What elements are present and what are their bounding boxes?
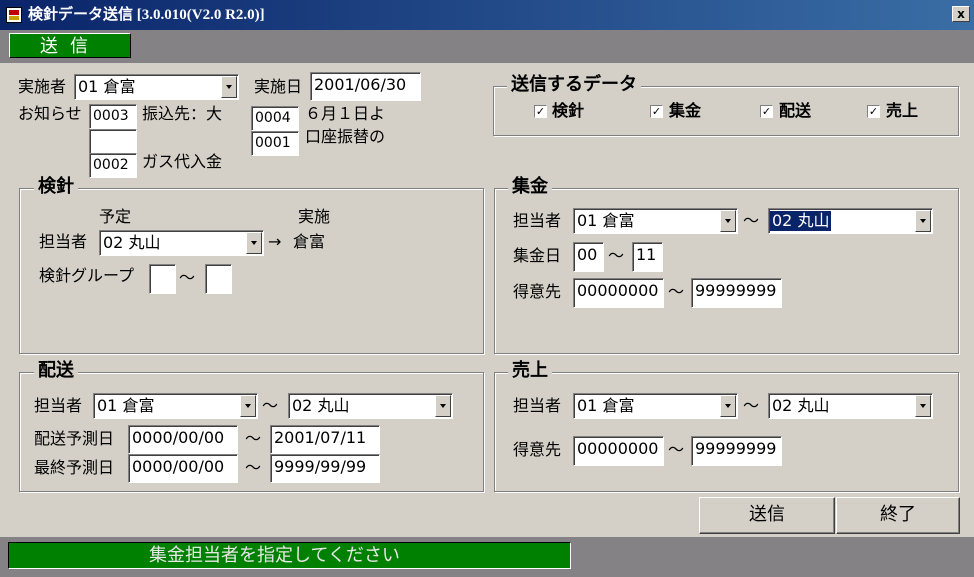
arrow-icon: → bbox=[268, 232, 282, 251]
tilde: ～ bbox=[245, 458, 262, 477]
kenshin-staff-select[interactable]: 02 丸山 bbox=[99, 230, 264, 256]
status-message: 集金担当者を指定してください bbox=[8, 542, 571, 569]
uriage-customer-label: 得意先 bbox=[513, 440, 562, 459]
date-label: 実施日 bbox=[254, 77, 303, 96]
haiso-staff-from-select[interactable]: 01 倉富 bbox=[93, 393, 258, 419]
kenshin-group-label: 検針グループ bbox=[39, 266, 135, 285]
kenshin-group-to[interactable] bbox=[205, 264, 232, 294]
chevron-down-icon[interactable] bbox=[221, 76, 237, 98]
shukin-day-from[interactable]: 00 bbox=[573, 242, 604, 272]
chevron-down-icon[interactable] bbox=[435, 395, 451, 417]
title-bar: 検針データ送信 [3.0.010(V2.0 R2.0)] x bbox=[0, 0, 974, 30]
haiso-final-label: 最終予測日 bbox=[34, 458, 115, 477]
shukin-staff-label: 担当者 bbox=[513, 211, 562, 230]
app-icon bbox=[6, 7, 22, 23]
haiso-forecast-label: 配送予測日 bbox=[34, 429, 115, 448]
notice-code-5[interactable]: 0001 bbox=[251, 131, 299, 156]
check-uriage[interactable] bbox=[867, 105, 880, 118]
notice-code-1[interactable]: 0003 bbox=[89, 104, 137, 129]
close-button[interactable]: x bbox=[952, 6, 970, 22]
actual-label: 実施 bbox=[298, 207, 331, 226]
uriage-staff-from-select[interactable]: 01 倉富 bbox=[573, 393, 738, 419]
notice-text-1: 振込先：大 bbox=[142, 104, 223, 123]
planned-label: 予定 bbox=[99, 207, 132, 226]
notice-text-3: ガス代入金 bbox=[142, 152, 223, 171]
tilde: ～ bbox=[262, 396, 279, 415]
uriage-customer-to[interactable]: 99999999 bbox=[691, 436, 782, 466]
chevron-down-icon[interactable] bbox=[720, 210, 736, 232]
haiso-final-from[interactable]: 0000/00/00 bbox=[128, 454, 238, 483]
window-title: 検針データ送信 [3.0.010(V2.0 R2.0)] bbox=[28, 7, 265, 23]
tilde: ～ bbox=[245, 429, 262, 448]
shukin-staff-to-value: 02 丸山 bbox=[770, 211, 832, 231]
notice-code-2[interactable] bbox=[89, 129, 137, 154]
haiso-staff-from-value: 01 倉富 bbox=[97, 396, 155, 415]
tilde: ～ bbox=[179, 268, 196, 287]
kenshin-group-from[interactable] bbox=[149, 264, 176, 294]
haiso-forecast-to[interactable]: 2001/07/11 bbox=[270, 425, 380, 454]
date-field[interactable]: 2001/06/30 bbox=[310, 72, 421, 101]
uriage-staff-from-value: 01 倉富 bbox=[577, 396, 635, 415]
send-tab[interactable]: 送信 bbox=[9, 33, 131, 58]
shukin-title: 集金 bbox=[508, 178, 552, 196]
uriage-staff-to-value: 02 丸山 bbox=[772, 396, 830, 415]
exit-button[interactable]: 終了 bbox=[836, 497, 960, 534]
notice-code-4[interactable]: 0004 bbox=[251, 106, 299, 131]
uriage-title: 売上 bbox=[508, 362, 552, 380]
shukin-staff-to-select[interactable]: 02 丸山 bbox=[768, 208, 933, 234]
shukin-customer-to[interactable]: 99999999 bbox=[691, 278, 782, 308]
shukin-day-to[interactable]: 11 bbox=[632, 242, 663, 272]
haiso-final-to[interactable]: 9999/99/99 bbox=[270, 454, 380, 483]
check-shukin[interactable] bbox=[650, 105, 663, 118]
uriage-staff-label: 担当者 bbox=[513, 396, 562, 415]
tilde: ～ bbox=[668, 440, 685, 459]
shukin-staff-from-select[interactable]: 01 倉富 bbox=[573, 208, 738, 234]
haiso-staff-to-select[interactable]: 02 丸山 bbox=[288, 393, 453, 419]
check-haiso[interactable] bbox=[760, 105, 773, 118]
tilde: ～ bbox=[668, 282, 685, 301]
notice-text-4: ６月１日よ bbox=[305, 104, 386, 123]
shukin-customer-label: 得意先 bbox=[513, 282, 562, 301]
uriage-staff-to-select[interactable]: 02 丸山 bbox=[768, 393, 933, 419]
executor-select[interactable]: 01 倉富 bbox=[74, 74, 239, 100]
tilde: ～ bbox=[743, 396, 760, 415]
kenshin-staff-value: 02 丸山 bbox=[103, 233, 161, 252]
haiso-staff-to-value: 02 丸山 bbox=[292, 396, 350, 415]
chevron-down-icon[interactable] bbox=[240, 395, 256, 417]
uriage-group bbox=[494, 372, 959, 492]
haiso-forecast-from[interactable]: 0000/00/00 bbox=[128, 425, 238, 454]
toolbar bbox=[0, 30, 974, 63]
shukin-customer-from[interactable]: 00000000 bbox=[573, 278, 664, 308]
notice-code-3[interactable]: 0002 bbox=[89, 153, 137, 178]
send-data-title: 送信するデータ bbox=[507, 76, 641, 94]
uriage-customer-from[interactable]: 00000000 bbox=[573, 436, 664, 466]
shukin-staff-from-value: 01 倉富 bbox=[577, 211, 635, 230]
check-kenshin[interactable] bbox=[534, 105, 547, 118]
chevron-down-icon[interactable] bbox=[915, 210, 931, 232]
executor-label: 実施者 bbox=[18, 77, 67, 96]
tilde: ～ bbox=[608, 246, 625, 265]
chevron-down-icon[interactable] bbox=[915, 395, 931, 417]
check-shukin-label: 集金 bbox=[669, 101, 702, 120]
notice-text-5: 口座振替の bbox=[305, 127, 386, 146]
haiso-title: 配送 bbox=[34, 362, 78, 380]
tilde: ～ bbox=[743, 211, 760, 230]
chevron-down-icon[interactable] bbox=[720, 395, 736, 417]
check-uriage-label: 売上 bbox=[886, 101, 919, 120]
executor-value: 01 倉富 bbox=[78, 77, 136, 96]
kenshin-title: 検針 bbox=[34, 178, 78, 196]
check-kenshin-label: 検針 bbox=[552, 101, 585, 120]
kenshin-staff-label: 担当者 bbox=[39, 232, 88, 251]
chevron-down-icon[interactable] bbox=[246, 232, 262, 254]
shukin-day-label: 集金日 bbox=[513, 246, 562, 265]
check-haiso-label: 配送 bbox=[779, 101, 812, 120]
send-button[interactable]: 送信 bbox=[699, 497, 835, 534]
kenshin-actual-value: 倉富 bbox=[293, 232, 326, 251]
notice-label: お知らせ bbox=[18, 104, 82, 123]
haiso-staff-label: 担当者 bbox=[34, 396, 83, 415]
